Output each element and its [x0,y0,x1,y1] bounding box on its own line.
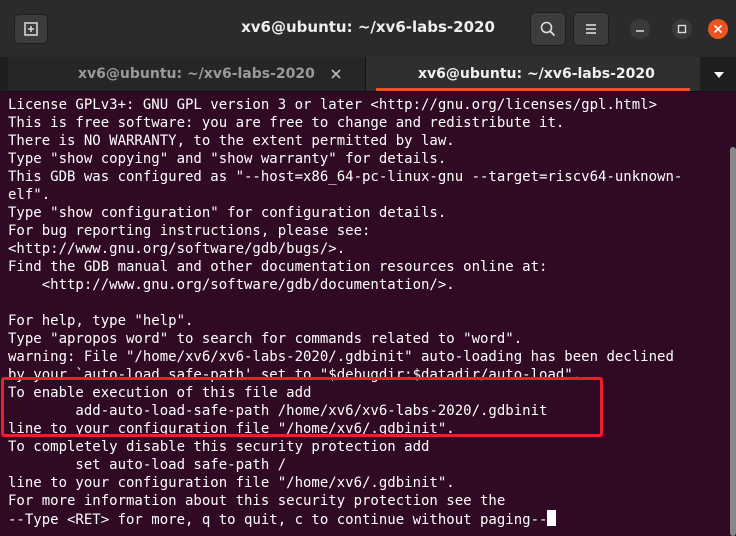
terminal-line: <http://www.gnu.org/software/gdb/bugs/>. [8,241,346,257]
maximize-button[interactable] [672,19,692,39]
close-tab-icon[interactable] [328,66,344,82]
maximize-icon [677,24,687,34]
terminal-line: Type "show copying" and "show warranty" … [8,151,447,167]
terminal-text: License GPLv3+: GNU GPL version 3 or lat… [8,96,682,528]
scrollbar-thumb[interactable] [730,147,736,536]
terminal-line: For bug reporting instructions, please s… [8,223,371,239]
minimize-icon [636,30,644,32]
terminal-line: --Type <RET> for more, q to quit, c to c… [8,510,682,528]
tabs-dropdown-icon[interactable] [713,71,725,79]
close-button[interactable] [708,19,728,39]
tab-terminal-1[interactable]: xv6@ubuntu: ~/xv6-labs-2020 [8,57,366,91]
terminal-line: For help, type "help". [8,313,194,329]
terminal-line: Find the GDB manual and other documentat… [8,259,548,275]
terminal-line: set auto-load safe-path / [8,457,287,473]
tab-label: xv6@ubuntu: ~/xv6-labs-2020 [418,66,655,82]
menu-button[interactable] [573,12,609,46]
hamburger-menu-icon [586,24,596,34]
terminal-line: Type "show configuration" for configurat… [8,205,447,221]
terminal-line: line to your configuration file "/home/x… [8,475,455,491]
search-button[interactable] [530,12,566,46]
terminal-line: License GPLv3+: GNU GPL version 3 or lat… [8,97,658,113]
terminal-line: warning: File "/home/xv6/xv6-labs-2020/.… [8,349,674,365]
terminal-line: <http://www.gnu.org/software/gdb/documen… [8,277,455,293]
text-cursor [547,510,557,526]
terminal-line: Type "apropos word" to search for comman… [8,331,523,347]
title-bar: xv6@ubuntu: ~/xv6-labs-2020 [0,0,736,57]
highlight-annotation [1,377,603,437]
tab-label: xv6@ubuntu: ~/xv6-labs-2020 [78,66,315,82]
terminal-line: This is free software: you are free to c… [8,115,565,131]
tab-bar: xv6@ubuntu: ~/xv6-labs-2020 xv6@ubuntu: … [0,57,736,92]
tab-terminal-2[interactable]: xv6@ubuntu: ~/xv6-labs-2020 [366,57,700,91]
terminal-line: This GDB was configured as "--host=x86_6… [8,169,683,185]
window-title: xv6@ubuntu: ~/xv6-labs-2020 [241,18,495,36]
minimize-button[interactable] [630,19,650,39]
terminal-line: elf". [8,187,51,203]
terminal-line: For more information about this security… [8,493,506,509]
close-icon [713,24,723,34]
terminal-line: There is NO WARRANTY, to the extent perm… [8,133,455,149]
terminal-line: To completely disable this security prot… [8,439,430,455]
search-icon [540,21,556,37]
terminal-output[interactable]: License GPLv3+: GNU GPL version 3 or lat… [0,92,736,536]
